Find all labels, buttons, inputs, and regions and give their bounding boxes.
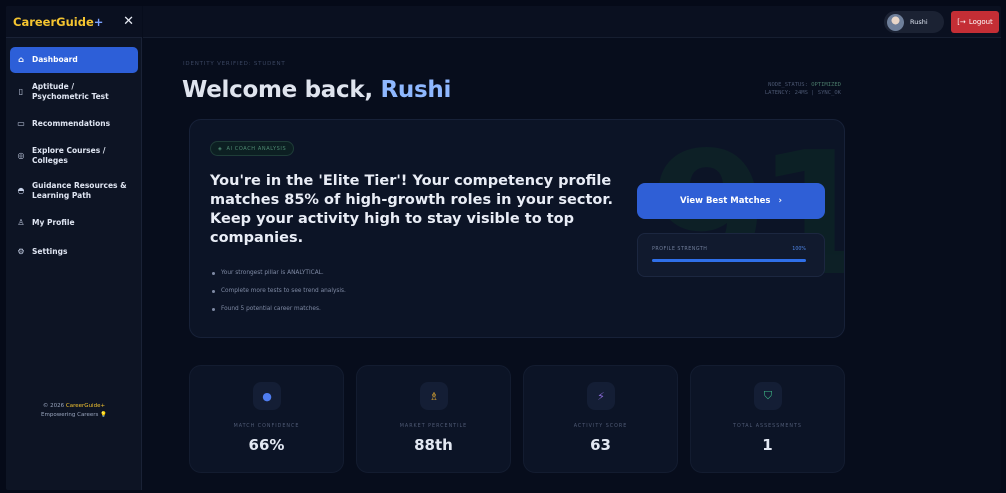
sidebar-item-explore-courses[interactable]: ◎ Explore Courses / Colleges bbox=[10, 140, 138, 172]
stats-row: ● MATCH CONFIDENCE 66% ♗ MARKET PERCENTI… bbox=[189, 365, 845, 473]
sidebar-item-label: Explore Courses / Colleges bbox=[32, 146, 106, 165]
welcome-text: Welcome back, bbox=[182, 77, 381, 103]
view-best-matches-button[interactable]: View Best Matches › bbox=[637, 183, 825, 219]
sidebar-item-label: Settings bbox=[32, 247, 68, 257]
badge-label: AI COACH ANALYSIS bbox=[226, 145, 287, 152]
brand-bar: CareerGuide+ ✕ bbox=[6, 6, 142, 38]
ai-coach-card: 91 ◈ AI COACH ANALYSIS You're in the 'El… bbox=[189, 119, 845, 338]
list-item-text: Complete more tests to see trend analysi… bbox=[221, 288, 346, 294]
sidebar-item-guidance-resources[interactable]: ◓ Guidance Resources & Learning Path bbox=[10, 175, 138, 207]
user-icon: ♙ bbox=[17, 217, 25, 227]
welcome-name: Rushi bbox=[380, 77, 452, 103]
stat-card-match-confidence: ● MATCH CONFIDENCE 66% bbox=[189, 365, 344, 473]
user-name: Rushi bbox=[910, 18, 928, 26]
graduation-cap-icon: ◓ bbox=[17, 185, 25, 195]
cta-label: View Best Matches bbox=[680, 196, 771, 206]
sidebar-item-label: Dashboard bbox=[32, 55, 78, 65]
app-frame: CareerGuide+ ✕ ⌂ Dashboard ▯ Aptitude / … bbox=[6, 6, 1001, 490]
identity-status: IDENTITY VERIFIED: STUDENT bbox=[183, 61, 286, 67]
coach-message: You're in the 'Elite Tier'! Your compete… bbox=[210, 173, 613, 246]
sidebar-item-my-profile[interactable]: ♙ My Profile bbox=[10, 210, 138, 236]
stat-value: 1 bbox=[762, 436, 773, 454]
profile-strength-bar bbox=[652, 259, 806, 262]
list-item-text: Your strongest pillar is ANALYTICAL. bbox=[221, 270, 324, 276]
home-icon: ⌂ bbox=[18, 54, 24, 64]
award-icon: ♗ bbox=[420, 382, 448, 410]
stat-icon-glyph: ⚡ bbox=[597, 389, 605, 403]
close-icon[interactable]: ✕ bbox=[123, 15, 134, 28]
bullet-icon bbox=[212, 271, 215, 275]
list-item: Found 5 potential career matches. bbox=[212, 306, 346, 312]
node-status: NODE_STATUS: OPTIMIZED LATENCY: 24MS | S… bbox=[765, 81, 841, 98]
stat-icon-glyph: ♗ bbox=[429, 389, 439, 403]
sidebar-item-settings[interactable]: ⚙ Settings bbox=[10, 239, 138, 265]
profile-strength-value: 100% bbox=[792, 247, 806, 252]
sidebar: CareerGuide+ ✕ ⌂ Dashboard ▯ Aptitude / … bbox=[6, 6, 142, 490]
sidebar-item-dashboard[interactable]: ⌂ Dashboard bbox=[10, 47, 138, 73]
node-status-line: NODE_STATUS: OPTIMIZED bbox=[765, 81, 841, 89]
stat-icon-glyph: ● bbox=[262, 389, 272, 403]
sidebar-item-label: My Profile bbox=[32, 218, 75, 228]
target-icon: ● bbox=[253, 382, 281, 410]
stat-value: 66% bbox=[248, 436, 285, 454]
lightbulb-icon: 💡 bbox=[100, 411, 107, 418]
compass-icon: ◎ bbox=[17, 150, 25, 160]
shield-check-icon: ⛉ bbox=[754, 382, 782, 410]
tagline-text: Empowering Careers bbox=[41, 411, 99, 418]
chevron-right-icon: › bbox=[778, 196, 782, 206]
stat-label: ACTIVITY SCORE bbox=[573, 424, 628, 429]
sidebar-item-label: Aptitude / Psychometric Test bbox=[32, 82, 109, 101]
top-header: Rushi [→ Logout bbox=[143, 6, 1001, 38]
profile-strength-label: PROFILE STRENGTH bbox=[652, 247, 708, 252]
stat-value: 88th bbox=[414, 436, 453, 454]
list-item-text: Found 5 potential career matches. bbox=[221, 306, 321, 312]
list-item: Your strongest pillar is ANALYTICAL. bbox=[212, 270, 346, 276]
profile-strength-fill bbox=[652, 259, 806, 262]
sparkle-icon: ◈ bbox=[218, 145, 223, 152]
logout-label: Logout bbox=[968, 18, 993, 26]
node-status-label: NODE_STATUS: bbox=[768, 82, 812, 88]
sidebar-item-recommendations[interactable]: ▭ Recommendations bbox=[10, 111, 138, 137]
stat-label: MATCH CONFIDENCE bbox=[233, 424, 300, 429]
insight-list: Your strongest pillar is ANALYTICAL. Com… bbox=[212, 270, 346, 324]
list-item: Complete more tests to see trend analysi… bbox=[212, 288, 346, 294]
bullet-icon bbox=[212, 289, 215, 293]
bullet-icon bbox=[212, 307, 215, 311]
brand-name: CareerGuide bbox=[13, 14, 94, 29]
clipboard-icon: ▯ bbox=[18, 86, 24, 96]
copyright-brand: CareerGuide+ bbox=[65, 403, 106, 409]
node-status-value: OPTIMIZED bbox=[811, 82, 841, 88]
brand-logo[interactable]: CareerGuide+ bbox=[13, 15, 103, 29]
stat-icon-glyph: ⛉ bbox=[763, 389, 773, 402]
copyright-text: © 2026 bbox=[42, 403, 66, 409]
stat-card-total-assessments: ⛉ TOTAL ASSESSMENTS 1 bbox=[690, 365, 845, 473]
avatar bbox=[887, 13, 904, 31]
sidebar-item-label: Recommendations bbox=[32, 119, 111, 129]
sidebar-nav: ⌂ Dashboard ▯ Aptitude / Psychometric Te… bbox=[10, 47, 138, 268]
sidebar-item-label: Guidance Resources & Learning Path bbox=[32, 181, 127, 200]
main-content: IDENTITY VERIFIED: STUDENT Welcome back,… bbox=[143, 39, 1001, 490]
stat-label: TOTAL ASSESSMENTS bbox=[733, 424, 802, 429]
stat-card-market-percentile: ♗ MARKET PERCENTILE 88th bbox=[356, 365, 511, 473]
user-menu[interactable]: Rushi bbox=[884, 11, 944, 33]
tagline: Empowering Careers 💡 bbox=[6, 411, 142, 420]
brand-suffix: + bbox=[93, 14, 104, 29]
logout-icon: [→ bbox=[957, 18, 966, 26]
latency: LATENCY: 24MS | SYNC_OK bbox=[764, 90, 841, 97]
stat-card-activity-score: ⚡ ACTIVITY SCORE 63 bbox=[523, 365, 678, 473]
lightning-icon: ⚡ bbox=[587, 382, 615, 410]
monitor-icon: ▭ bbox=[17, 118, 25, 128]
stat-value: 63 bbox=[590, 436, 611, 454]
logout-button[interactable]: [→ Logout bbox=[951, 11, 999, 33]
page-title: Welcome back, Rushi bbox=[182, 77, 451, 103]
sidebar-item-aptitude-test[interactable]: ▯ Aptitude / Psychometric Test bbox=[10, 76, 138, 108]
gear-icon: ⚙ bbox=[17, 246, 25, 256]
ai-coach-badge: ◈ AI COACH ANALYSIS bbox=[210, 141, 295, 156]
stat-label: MARKET PERCENTILE bbox=[399, 424, 468, 429]
copyright: © 2026 CareerGuide+ bbox=[6, 402, 142, 411]
sidebar-footer: © 2026 CareerGuide+ Empowering Careers 💡 bbox=[6, 402, 142, 420]
profile-strength-panel: PROFILE STRENGTH 100% bbox=[637, 233, 825, 277]
